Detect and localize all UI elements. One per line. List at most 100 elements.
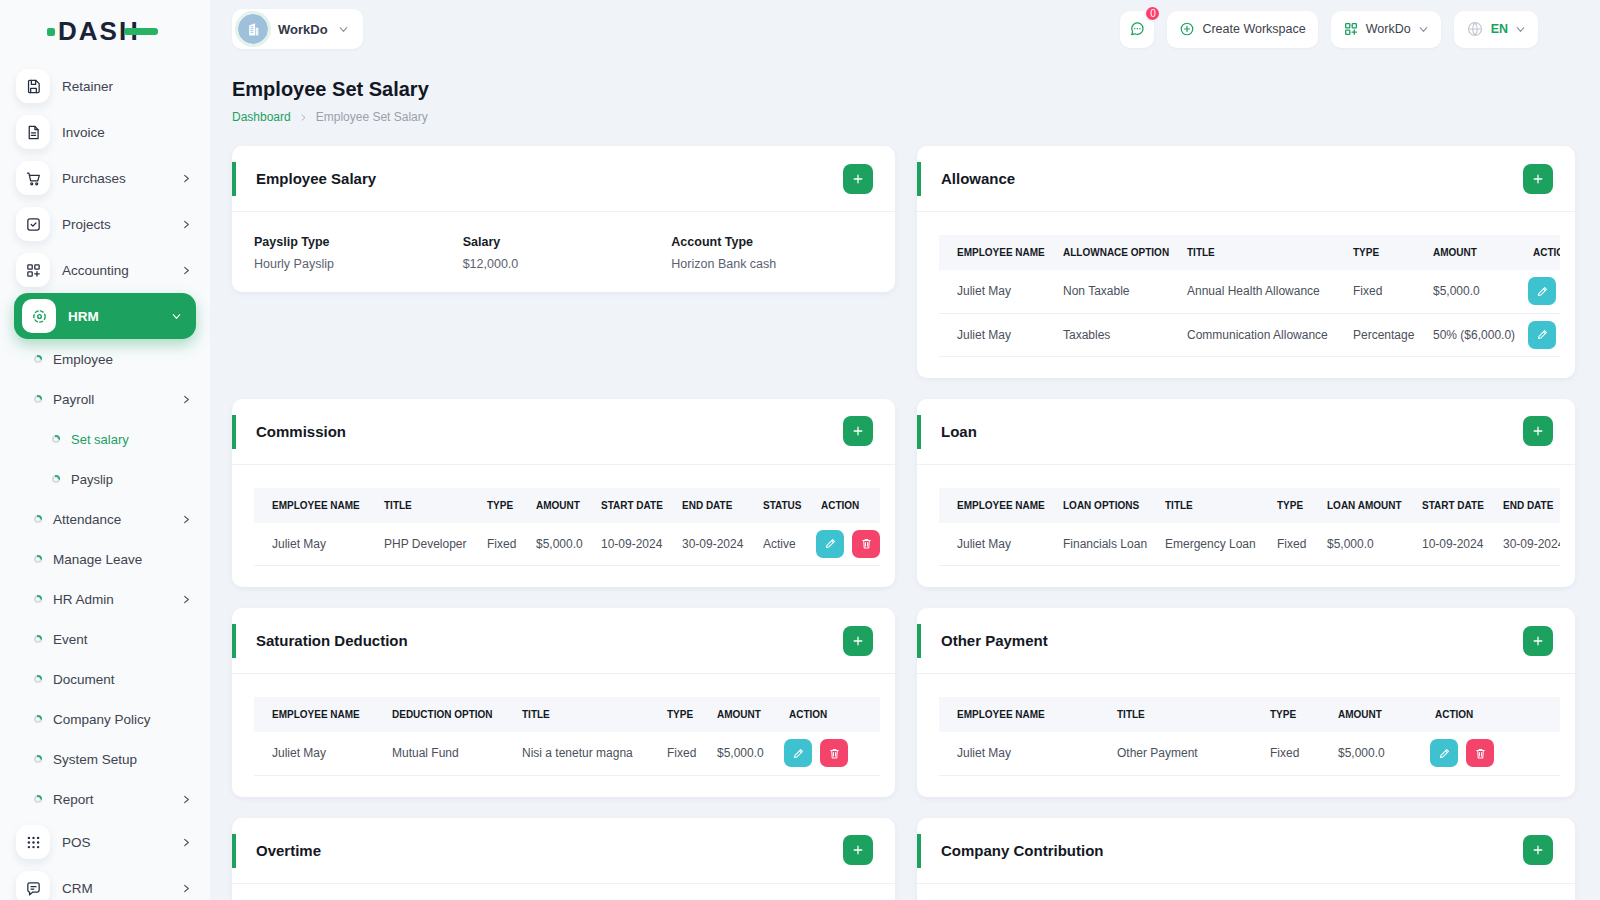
delete-button[interactable] xyxy=(1466,739,1494,767)
column-header-loan-options: LOAN OPTIONS xyxy=(1045,488,1147,523)
workdo-menu-label: WorkDo xyxy=(1366,22,1411,36)
sidebar-item-crm[interactable]: CRM xyxy=(0,865,210,900)
table-cell: Taxables xyxy=(1045,313,1169,356)
sidebar-item-payslip[interactable]: Payslip xyxy=(0,459,210,499)
table-cell-actions xyxy=(1515,270,1560,313)
create-workspace-button[interactable]: Create Workspace xyxy=(1167,11,1317,48)
add-other-payment-button[interactable] xyxy=(1523,626,1553,656)
card-title: Allowance xyxy=(941,170,1523,187)
card-commission: Commission EMPLOYEE NAMETITLETYPEAMOUNTST… xyxy=(232,399,895,588)
messages-badge: 0 xyxy=(1144,5,1161,22)
sidebar-item-label: Company Policy xyxy=(53,712,192,727)
column-header-action: ACTION xyxy=(1515,235,1560,270)
chevron-down-icon xyxy=(1515,24,1526,35)
card-header: Company Contribution xyxy=(917,818,1575,884)
brand-logo[interactable]: DASH xyxy=(0,0,210,63)
sidebar-item-projects[interactable]: Projects xyxy=(0,201,210,247)
add-employee-salary-button[interactable] xyxy=(843,164,873,194)
card-accent-bar xyxy=(917,162,921,196)
sidebar-item-purchases[interactable]: Purchases xyxy=(0,155,210,201)
sidebar-item-event[interactable]: Event xyxy=(0,619,210,659)
sidebar-item-system-setup[interactable]: System Setup xyxy=(0,739,210,779)
sidebar-item-hrm[interactable]: HRM xyxy=(14,293,196,339)
sidebar-item-label: Report xyxy=(53,792,181,807)
add-loan-button[interactable] xyxy=(1523,416,1553,446)
card-employee-salary: Employee Salary Payslip TypeHourly Paysli… xyxy=(232,146,895,292)
language-button[interactable]: EN xyxy=(1454,11,1538,48)
chevron-right-icon xyxy=(181,265,192,276)
table-cell: Emergency Loan xyxy=(1147,523,1259,566)
sidebar-item-retainer[interactable]: Retainer xyxy=(0,63,210,109)
plus-icon xyxy=(1531,424,1545,438)
plus-icon xyxy=(851,843,865,857)
sidebar-item-attendance[interactable]: Attendance xyxy=(0,499,210,539)
card-body: Payslip TypeHourly PayslipSalary$12,000.… xyxy=(232,212,895,292)
field-label: Account Type xyxy=(671,235,880,249)
table-cell: PHP Developer xyxy=(366,523,469,566)
add-company-contribution-button[interactable] xyxy=(1523,835,1553,865)
sidebar-item-accounting[interactable]: Accounting xyxy=(0,247,210,293)
delete-button[interactable] xyxy=(852,530,880,558)
messages-button[interactable]: 0 xyxy=(1120,11,1154,48)
field-label: Salary xyxy=(463,235,672,249)
column-header-deduction-option: DEDUCTION OPTION xyxy=(374,697,504,732)
sidebar-item-payroll[interactable]: Payroll xyxy=(0,379,210,419)
table-cell: Juliet May xyxy=(254,523,366,566)
column-header-title: TITLE xyxy=(1169,235,1335,270)
table-cell: Juliet May xyxy=(939,523,1045,566)
sidebar-item-manage-leave[interactable]: Manage Leave xyxy=(0,539,210,579)
workdo-menu-button[interactable]: WorkDo xyxy=(1331,11,1441,48)
card-body xyxy=(232,884,895,900)
edit-button[interactable] xyxy=(784,739,812,767)
column-header-title: TITLE xyxy=(504,697,649,732)
table-cell: 30-09-2024 xyxy=(664,523,745,566)
sidebar-item-report[interactable]: Report xyxy=(0,779,210,819)
sidebar-item-document[interactable]: Document xyxy=(0,659,210,699)
card-body: EMPLOYEE NAMEDEDUCTION OPTIONTITLETYPEAM… xyxy=(232,674,895,797)
delete-button[interactable] xyxy=(820,739,848,767)
edit-button[interactable] xyxy=(1430,739,1458,767)
column-header-amount: AMOUNT xyxy=(518,488,583,523)
column-header-employee-name: EMPLOYEE NAME xyxy=(254,488,366,523)
edit-button[interactable] xyxy=(1528,321,1556,349)
breadcrumb-item-dashboard[interactable]: Dashboard xyxy=(232,110,291,124)
table-cell: Juliet May xyxy=(939,270,1045,313)
card-title: Loan xyxy=(941,423,1523,440)
bullet-icon xyxy=(52,475,60,483)
card-title: Employee Salary xyxy=(256,170,843,187)
column-header-employee-name: EMPLOYEE NAME xyxy=(939,235,1045,270)
column-header-employee-name: EMPLOYEE NAME xyxy=(254,697,374,732)
column-header-type: TYPE xyxy=(469,488,518,523)
table-cell: $5,000.0 xyxy=(699,732,771,775)
plus-icon xyxy=(851,172,865,186)
table-row: Juliet MayFinancials LoanEmergency LoanF… xyxy=(939,523,1560,566)
table-cell: Fixed xyxy=(1252,732,1320,775)
sidebar-item-hr-admin[interactable]: HR Admin xyxy=(0,579,210,619)
sidebar-item-company-policy[interactable]: Company Policy xyxy=(0,699,210,739)
table-cell: Annual Health Allowance xyxy=(1169,270,1335,313)
card-body: EMPLOYEE NAMETITLETYPEAMOUNTSTART DATEEN… xyxy=(232,465,895,588)
sidebar-item-set-salary[interactable]: Set salary xyxy=(0,419,210,459)
sidebar-item-label: Accounting xyxy=(62,263,181,278)
add-saturation-deduction-button[interactable] xyxy=(843,626,873,656)
edit-button[interactable] xyxy=(816,530,844,558)
card-title: Commission xyxy=(256,423,843,440)
plus-circle-icon xyxy=(1179,21,1195,37)
add-allowance-button[interactable] xyxy=(1523,164,1553,194)
chevron-down-icon xyxy=(1418,24,1429,35)
sidebar-item-pos[interactable]: POS xyxy=(0,819,210,865)
add-overtime-button[interactable] xyxy=(843,835,873,865)
card-title: Other Payment xyxy=(941,632,1523,649)
sidebar-item-invoice[interactable]: Invoice xyxy=(0,109,210,155)
table-cell: $5,000.0 xyxy=(1415,270,1515,313)
edit-button[interactable] xyxy=(1528,277,1556,305)
add-commission-button[interactable] xyxy=(843,416,873,446)
globe-icon xyxy=(1466,20,1484,38)
card-header: Loan xyxy=(917,399,1575,465)
chevron-right-icon xyxy=(181,219,192,230)
workspace-switcher[interactable]: WorkDo xyxy=(232,9,363,49)
logo-accent-bar xyxy=(124,28,158,35)
sidebar-item-employee[interactable]: Employee xyxy=(0,339,210,379)
field-value: Horizon Bank cash xyxy=(671,257,880,271)
card-title: Saturation Deduction xyxy=(256,632,843,649)
